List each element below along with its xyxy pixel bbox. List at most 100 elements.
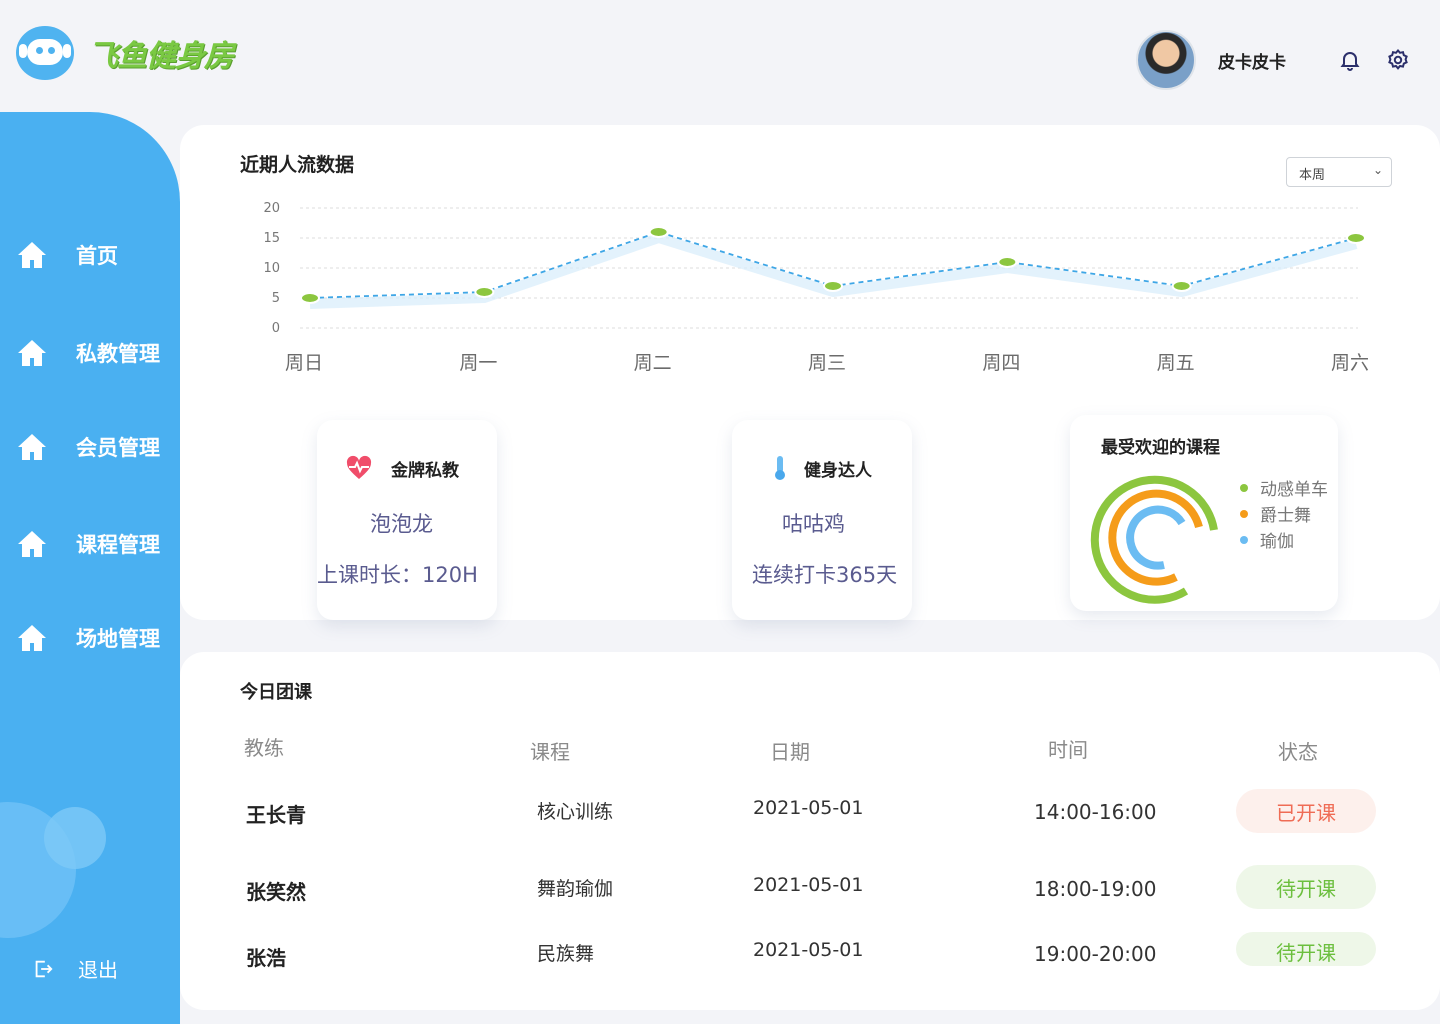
x-tick-label: 周四 <box>982 352 1020 374</box>
fitness-star-label: 健身达人 <box>804 460 872 481</box>
legend-item-jazz-dance: 爵士舞 <box>1240 501 1311 526</box>
robot-logo-icon <box>16 26 74 80</box>
data-point <box>823 280 843 292</box>
course-name: 核心训练 <box>537 801 614 823</box>
sidebar-item-label: 课程管理 <box>76 533 160 557</box>
legend-dot <box>1240 535 1248 544</box>
traffic-line-chart: 0 5 10 15 20 周日 周一 周二 周三 周四 周五 周六 <box>263 201 1369 374</box>
class-time: 18:00-19:00 <box>1034 877 1157 901</box>
legend-label: 动感单车 <box>1260 480 1328 500</box>
sidebar-item-home[interactable]: 首页 <box>16 235 118 275</box>
sidebar-item-private-training[interactable]: 私教管理 <box>16 333 160 373</box>
fitness-star-name: 咕咕鸡 <box>782 512 845 536</box>
logout-icon <box>35 960 53 977</box>
home-icon <box>18 340 46 366</box>
gold-trainer-name: 泡泡龙 <box>370 512 433 536</box>
status-badge[interactable]: 待开课 <box>1236 932 1376 966</box>
legend-dot <box>1240 483 1248 492</box>
gold-trainer-heading: 金牌私教 <box>345 454 459 482</box>
fitness-star-card[interactable]: 健身达人 咕咕鸡 连续打卡365天 <box>732 420 912 620</box>
sidebar-item-label: 会员管理 <box>76 436 160 460</box>
data-point <box>1346 232 1366 244</box>
traffic-card: 近期人流数据 本周 ⌄ 0 5 10 15 20 周日 周一 周二 周三 周四 周五 周六 金牌私教 … <box>180 125 1440 620</box>
y-tick-label: 15 <box>263 231 280 246</box>
app-logo[interactable]: 飞鱼健身房 <box>16 26 234 80</box>
app-name: 飞鱼健身房 <box>88 39 234 74</box>
period-select-value: 本周 <box>1299 168 1326 183</box>
bell-icon[interactable] <box>1338 48 1362 72</box>
x-tick-label: 周六 <box>1331 352 1369 374</box>
class-date: 2021-05-01 <box>753 797 864 819</box>
sidebar-item-courses[interactable]: 课程管理 <box>16 524 160 564</box>
popular-courses-card[interactable]: 最受欢迎的课程 动感单车 爵士舞 瑜伽 <box>1070 415 1338 611</box>
chevron-down-icon: ⌄ <box>1372 163 1383 177</box>
ring-yoga <box>1126 505 1186 570</box>
sidebar: 首页 私教管理 会员管理 课程管理 场地管理 退出 <box>0 112 180 1024</box>
series-shadow <box>309 233 1358 309</box>
x-tick-label: 周日 <box>285 352 323 374</box>
class-time: 19:00-20:00 <box>1034 942 1157 966</box>
data-point <box>1171 280 1192 292</box>
sidebar-item-venues[interactable]: 场地管理 <box>16 618 160 658</box>
coach-name: 张笑然 <box>246 880 306 904</box>
data-point <box>300 292 320 304</box>
today-classes-card: 今日团课 教练 课程 日期 时间 状态 王长青 核心训练 2021-05-01 … <box>180 652 1440 1010</box>
class-time: 14:00-16:00 <box>1034 800 1157 824</box>
course-name: 舞韵瑜伽 <box>537 878 614 900</box>
sidebar-item-label: 场地管理 <box>76 627 160 651</box>
home-icon <box>18 242 46 268</box>
popular-courses-ring-chart <box>1090 475 1218 604</box>
header-time: 时间 <box>1048 738 1088 762</box>
class-date: 2021-05-01 <box>753 939 864 961</box>
fitness-star-streak: 连续打卡365天 <box>752 563 898 587</box>
gold-trainer-label: 金牌私教 <box>391 460 459 481</box>
today-classes-title: 今日团课 <box>240 682 312 703</box>
sidebar-item-members[interactable]: 会员管理 <box>16 427 160 467</box>
logout-button[interactable]: 退出 <box>32 954 118 983</box>
gold-trainer-card[interactable]: 金牌私教 泡泡龙 上课时长：120H <box>317 420 497 620</box>
home-icon <box>18 434 46 460</box>
popular-courses-title: 最受欢迎的课程 <box>1101 438 1220 458</box>
home-icon <box>18 531 46 557</box>
class-date: 2021-05-01 <box>753 874 864 896</box>
legend-item-yoga: 瑜伽 <box>1240 527 1294 552</box>
traffic-title: 近期人流数据 <box>240 154 355 176</box>
home-icon <box>18 625 46 651</box>
x-tick-label: 周二 <box>634 352 672 374</box>
coach-name: 王长青 <box>246 803 306 827</box>
period-select[interactable]: 本周 ⌄ <box>1286 157 1392 187</box>
decor-bubble <box>44 807 106 869</box>
y-tick-label: 5 <box>272 291 280 306</box>
x-tick-label: 周五 <box>1157 352 1195 374</box>
header-status: 状态 <box>1278 740 1318 764</box>
x-tick-label: 周一 <box>459 352 497 374</box>
sidebar-item-label: 首页 <box>76 244 118 268</box>
y-tick-label: 0 <box>272 321 280 336</box>
legend-dot <box>1240 509 1248 518</box>
legend-item-dynamic-cycling: 动感单车 <box>1240 475 1328 500</box>
heart-pulse-icon <box>346 455 372 479</box>
header-coach: 教练 <box>244 736 284 760</box>
course-name: 民族舞 <box>537 943 595 965</box>
header-date: 日期 <box>770 740 810 764</box>
legend-label: 爵士舞 <box>1260 506 1311 526</box>
status-badge[interactable]: 已开课 <box>1236 789 1376 833</box>
coach-name: 张浩 <box>246 946 286 970</box>
username[interactable]: 皮卡皮卡 <box>1218 48 1286 73</box>
logout-label: 退出 <box>78 958 118 982</box>
gold-trainer-hours: 上课时长：120H <box>317 563 478 587</box>
x-tick-label: 周三 <box>808 352 846 374</box>
y-tick-label: 10 <box>263 261 280 276</box>
user-toolbar: 皮卡皮卡 <box>1136 30 1410 90</box>
avatar[interactable] <box>1136 30 1196 90</box>
fitness-star-heading: 健身达人 <box>766 454 872 482</box>
legend-label: 瑜伽 <box>1260 532 1294 552</box>
sidebar-item-label: 私教管理 <box>76 342 160 366</box>
y-tick-label: 20 <box>263 201 280 216</box>
data-point <box>997 256 1018 268</box>
data-point <box>648 226 669 238</box>
data-point <box>474 286 495 298</box>
status-badge[interactable]: 待开课 <box>1236 865 1376 909</box>
gear-icon[interactable] <box>1386 48 1410 72</box>
header-course: 课程 <box>530 740 570 764</box>
